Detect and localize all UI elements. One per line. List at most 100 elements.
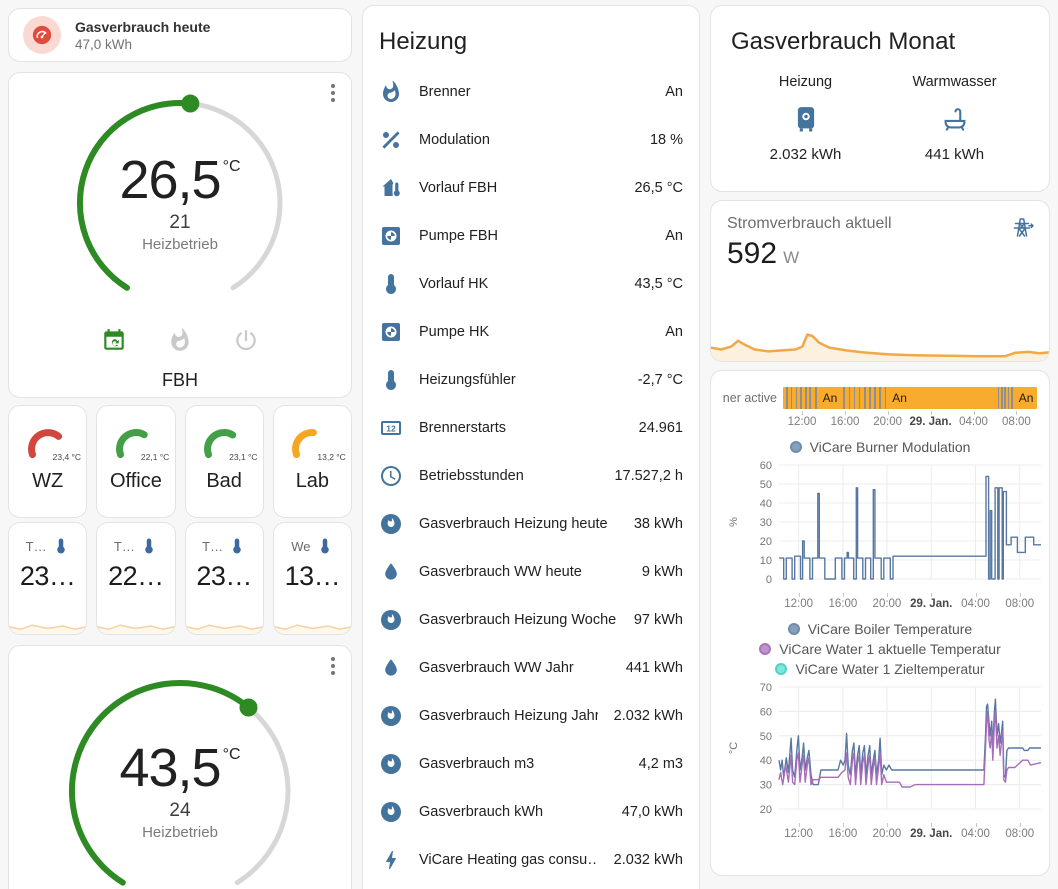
sensor-card[interactable]: We 13… [273,522,352,635]
transmission-tower-export-icon [1011,215,1035,244]
entity-row[interactable]: Heizungsfühler-2,7 °C [379,356,683,404]
gauge-arc: 22,1 °C [112,418,160,466]
timeline-state-label: An [892,391,907,405]
hvac-mode-button-off[interactable] [233,327,259,358]
entity-row[interactable]: Gasverbrauch Heizung Woche97 kWh [379,596,683,644]
flash-icon [379,848,403,872]
entity-row[interactable]: Pumpe HKAn [379,308,683,356]
glance-label: Heizung [731,74,880,90]
axis-label: 08:00 [1005,598,1034,610]
thermostat-dial[interactable] [46,662,314,889]
entity-row[interactable]: ViCare Heating gas consu…2.032 kWh [379,836,683,884]
entity-row[interactable]: 12Brennerstarts24.961 [379,404,683,452]
gauge-arc: 13,2 °C [288,418,336,466]
legend-dot [790,441,802,453]
sensor-header: We [274,537,351,555]
power-card[interactable]: Stromverbrauch aktuell 592 W [710,200,1050,362]
glance-items: Heizung 2.032 kWhWarmwasser441 kWh [731,74,1029,163]
timeline-off-stripe [869,387,871,409]
timeline-off-stripe [1008,387,1010,409]
thermostat-card-fbh: 26,5 °C 21 Heizbetrieb FBH [8,72,352,398]
axis-label: 16:00 [829,828,858,840]
entity-row[interactable]: Gasverbrauch WW heute9 kWh [379,548,683,596]
dots-vertical-icon[interactable] [321,81,345,110]
sensor-card[interactable]: T…23… [8,522,87,635]
card-title: Gasverbrauch Monat [731,28,1029,56]
legend-dot [788,623,800,635]
gauge-card-bad[interactable]: 23,1 °CBad [185,405,264,518]
temperature-legend: ViCare Boiler Temperature ViCare Water 1 … [711,621,1049,677]
entity-row[interactable]: Gasverbrauch WW Jahr441 kWh [379,644,683,692]
legend-item[interactable]: ViCare Water 1 Zieltemperatur [711,661,1049,677]
axis-label: 12:00 [784,828,813,840]
entity-state: An [665,84,683,100]
entity-row[interactable]: Gasverbrauch kWh47,0 kWh [379,788,683,836]
gas-today-card[interactable]: Gasverbrauch heute 47,0 kWh [8,8,352,62]
timeline-off-stripe [800,387,802,409]
dots-vertical-icon[interactable] [321,654,345,683]
x-axis-timeline: 12:0016:0020:0029. Jan.04:0008:00 [711,413,1049,431]
left-column: Gasverbrauch heute 47,0 kWh 26,5 °C 21 H… [8,0,352,889]
entity-name: Modulation [419,132,634,148]
svg-text:12: 12 [386,423,396,433]
gauge-name: Lab [274,470,351,493]
hvac-mode-button-auto[interactable] [101,327,127,358]
sensor-card[interactable]: T…22… [96,522,175,635]
sensor-value: 13… [274,561,351,592]
monat-item-heizung[interactable]: Heizung 2.032 kWh [731,74,880,163]
entity-row[interactable]: Gasverbrauch Heizung heute38 kWh [379,500,683,548]
temperature-chart[interactable]: 203040506070°C [711,681,1049,821]
svg-text:%: % [728,517,740,527]
sensor-sparkline [97,618,174,634]
legend-label: ViCare Water 1 Zieltemperatur [795,661,984,677]
legend-item[interactable]: ViCare Burner Modulation [711,439,1049,455]
legend-label: ViCare Burner Modulation [810,439,971,455]
legend-item[interactable]: ViCare Water 1 aktuelle Temperatur [711,641,1049,657]
binary-sensor-timeline[interactable]: AnAnAn [783,387,1037,409]
entity-row[interactable]: Modulation18 % [379,116,683,164]
axis-label: 20:00 [873,416,902,428]
gauge-card-lab[interactable]: 13,2 °C Lab [273,405,352,518]
power-readout: 592 W [727,237,1033,271]
entity-state: 24.961 [639,420,683,436]
timeline-off-stripe [998,387,1000,409]
svg-text:60: 60 [760,460,772,472]
percent-icon [379,128,403,152]
legend-label: ViCare Water 1 aktuelle Temperatur [779,641,1001,657]
timeline-off-stripe [854,387,856,409]
history-graph-card: ner active AnAnAn 12:0016:0020:0029. Jan… [710,370,1050,876]
power-sparkline [711,313,1049,361]
fire-circle-icon [379,752,403,776]
legend-item[interactable]: ViCare Boiler Temperature [711,621,1049,637]
entity-state: 2.032 kWh [614,852,683,868]
svg-text:30: 30 [760,517,772,529]
axis-tick [802,411,803,415]
thermometer-icon [379,272,403,296]
entity-row[interactable]: Betriebsstunden17.527,2 h [379,452,683,500]
axis-label: 16:00 [831,416,860,428]
entity-row[interactable]: BrennerAn [379,68,683,116]
svg-text:50: 50 [760,479,772,491]
entity-row[interactable]: Gasverbrauch Heizung Jahr2.032 kWh [379,692,683,740]
sensor-title: T… [26,539,47,554]
thermostat-dial[interactable] [54,81,306,325]
entity-row[interactable]: Vorlauf HK43,5 °C [379,260,683,308]
modulation-chart[interactable]: 0102030405060% [711,459,1049,591]
entity-row[interactable]: Vorlauf FBH26,5 °C [379,164,683,212]
monat-item-warmwasser[interactable]: Warmwasser441 kWh [880,74,1029,163]
thermometer-icon [140,537,158,555]
axis-tick [974,411,975,415]
hvac-mode-button-heat[interactable] [167,327,193,358]
timeline-off-stripe [849,387,851,409]
entity-row[interactable]: Pumpe FBHAn [379,212,683,260]
axis-tick [887,823,888,827]
timeline-off-stripe [1004,387,1006,409]
entity-name: Betriebsstunden [419,468,598,484]
sensor-card[interactable]: T…23… [185,522,264,635]
gauge-card-wz[interactable]: 23,4 °CWZ [8,405,87,518]
gauge-card-office[interactable]: 22,1 °COffice [96,405,175,518]
glance-value: 2.032 kWh [731,146,880,163]
gauge-name: WZ [9,470,86,493]
middle-column: Heizung BrennerAnModulation18 %Vorlauf F… [362,0,700,889]
entity-row[interactable]: Gasverbrauch m34,2 m3 [379,740,683,788]
